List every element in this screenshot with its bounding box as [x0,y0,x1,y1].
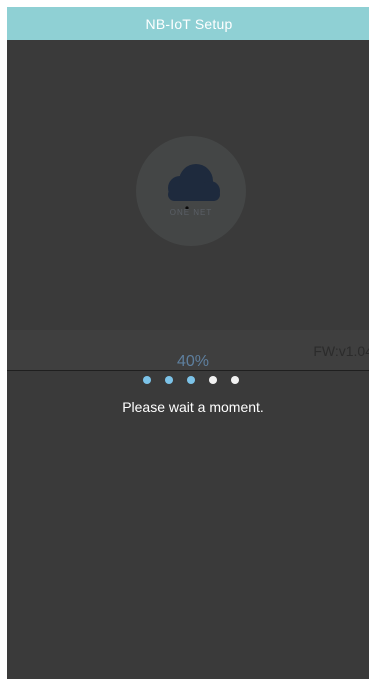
status-message: Please wait a moment. [122,399,264,415]
progress-dot [209,376,217,384]
progress-dot [143,376,151,384]
progress-percent: 40% [176,353,210,370]
progress-dot [187,376,195,384]
progress-dot [231,376,239,384]
progress-dots [7,376,369,386]
title-bar: NB-IoT Setup [7,7,369,40]
cloud-icon: ONE NET [168,164,220,217]
progress-dot [165,376,173,384]
logo-badge: ONE NET [136,136,246,246]
logo-caption: ONE NET [170,208,213,217]
app-screen: NB-IoT Setup ONE NET FW:v1.04 40% Please… [7,7,369,679]
page-title: NB-IoT Setup [145,15,233,32]
